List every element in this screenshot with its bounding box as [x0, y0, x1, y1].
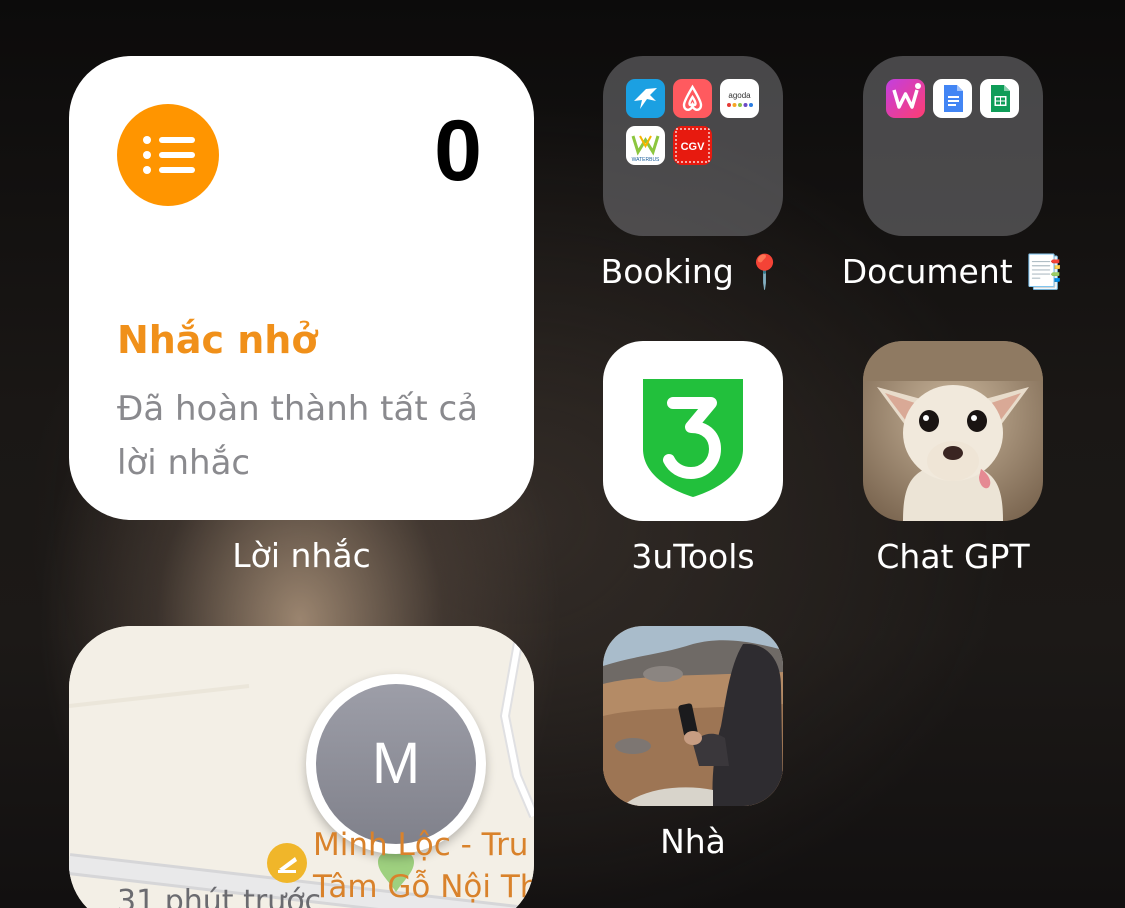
google-sheets-icon — [980, 79, 1019, 118]
photo-person-hillside-icon[interactable] — [603, 626, 783, 806]
chat-gpt-label: Chat GPT — [876, 537, 1030, 576]
3utools-label: 3uTools — [631, 537, 755, 576]
svg-text:WATERBUS: WATERBUS — [632, 157, 660, 163]
booking-folder-label: Booking 📍 — [600, 252, 786, 291]
furniture-poi-icon — [267, 843, 307, 883]
list-icon — [117, 104, 219, 206]
svg-text:agoda: agoda — [728, 91, 751, 100]
last-seen-time: 31 phút trước — [117, 884, 322, 908]
booking-folder[interactable]: agoda WATERBUS CGV — [603, 56, 783, 236]
find-my-map-widget[interactable]: M Minh Lộc - Tru Tâm Gỗ Nội Th 31 phút t… — [69, 626, 534, 908]
document-folder-label: Document 📑 — [841, 252, 1065, 291]
svg-text:CGV: CGV — [681, 141, 706, 153]
airbnb-icon — [673, 79, 712, 118]
reminders-title: Nhắc nhở — [117, 318, 318, 362]
place-name-line1: Minh Lộc - Tru — [313, 827, 529, 863]
google-docs-icon — [933, 79, 972, 118]
cgv-icon: CGV — [673, 126, 712, 165]
avatar: M — [316, 684, 476, 844]
traveloka-icon — [626, 79, 665, 118]
3utools-icon[interactable] — [603, 341, 783, 521]
agoda-icon: agoda — [720, 79, 759, 118]
document-folder[interactable] — [863, 56, 1043, 236]
chihuahua-photo-icon[interactable] — [863, 341, 1043, 521]
reminders-subtitle: Đã hoàn thành tất cả lời nhắc — [117, 389, 478, 483]
reminders-widget-label: Lời nhắc — [232, 536, 371, 575]
waterbus-icon: WATERBUS — [626, 126, 665, 165]
reminders-count: 0 — [434, 103, 482, 199]
place-name-line2: Tâm Gỗ Nội Th — [313, 869, 534, 905]
reminders-widget[interactable]: 0 Nhắc nhở Đã hoàn thành tất cả lời nhắc — [69, 56, 534, 520]
wps-office-icon — [886, 79, 925, 118]
nha-label: Nhà — [660, 822, 726, 861]
place-name: Minh Lộc - Tru Tâm Gỗ Nội Th — [313, 824, 534, 908]
